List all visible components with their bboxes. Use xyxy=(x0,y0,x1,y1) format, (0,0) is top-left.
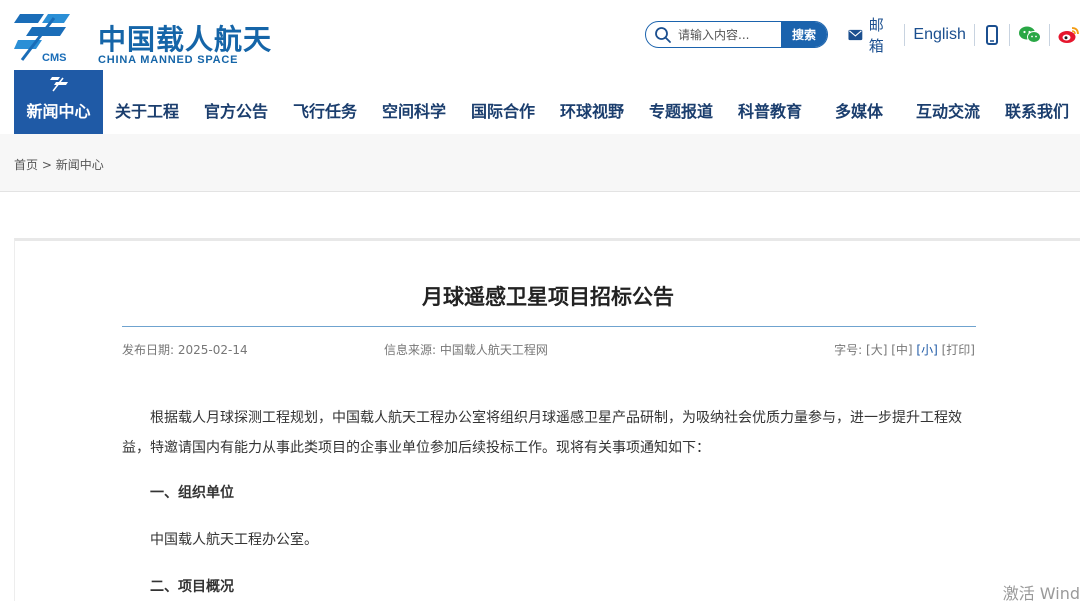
divider xyxy=(904,24,906,46)
section-heading: 二、项目概况 xyxy=(150,579,234,595)
nav-item-contact[interactable]: 联系我们 xyxy=(1005,98,1069,122)
nav-item-announcements[interactable]: 官方公告 xyxy=(204,98,268,122)
nav-item-special-reports[interactable]: 专题报道 xyxy=(649,98,713,122)
nav-item-space-science[interactable]: 空间科学 xyxy=(382,98,446,122)
cms-small-logo-icon xyxy=(50,77,68,92)
breadcrumb-band: 首页 > 新闻中心 xyxy=(0,134,1080,192)
search-bar: 搜索 xyxy=(645,21,828,48)
weibo-link[interactable] xyxy=(1058,23,1080,47)
nav-item-global-view[interactable]: 环球视野 xyxy=(560,98,624,122)
mail-label: 邮箱 xyxy=(868,16,884,55)
mobile-icon xyxy=(986,25,999,45)
site-logo[interactable]: CMS 中国载人航天 CHINA MANNED SPACE xyxy=(14,10,271,66)
site-header: CMS 中国载人航天 CHINA MANNED SPACE 搜索 邮箱 Engl… xyxy=(0,0,1080,70)
nav-item-science-education[interactable]: 科普教育 xyxy=(738,98,802,122)
section-heading: 一、组织单位 xyxy=(150,485,234,501)
nav-item-multimedia[interactable]: 多媒体 xyxy=(835,98,883,122)
activation-watermark: 激活 Wind xyxy=(1002,584,1080,601)
nav-item-news-center[interactable]: 新闻中心 xyxy=(14,70,103,134)
search-input[interactable] xyxy=(678,27,778,42)
logo-english-text: CHINA MANNED SPACE xyxy=(98,54,239,66)
weibo-icon xyxy=(1058,27,1079,43)
nav-item-interaction[interactable]: 互动交流 xyxy=(916,98,980,122)
wechat-icon xyxy=(1018,26,1041,43)
article-source: 信息来源: 中国载人航天工程网 xyxy=(384,343,548,357)
wechat-link[interactable] xyxy=(1018,23,1041,47)
article-title: 月球遥感卫星项目招标公告 xyxy=(422,285,674,309)
font-small-button[interactable]: [小] xyxy=(916,343,937,357)
mail-link[interactable]: 邮箱 xyxy=(848,14,896,56)
top-links: 邮箱 English xyxy=(848,16,1080,55)
breadcrumb-separator: > xyxy=(41,158,52,172)
breadcrumb-home[interactable]: 首页 xyxy=(14,158,38,172)
font-medium-button[interactable]: [中] xyxy=(891,343,912,357)
search-icon xyxy=(655,26,671,43)
publish-date: 发布日期: 2025-02-14 xyxy=(122,343,248,357)
font-size-label: 字号: xyxy=(834,343,863,357)
nav-item-about[interactable]: 关于工程 xyxy=(115,98,179,122)
font-size-controls: 字号: [大] [中] [小] [打印] xyxy=(834,341,975,358)
article-paragraph: 中国载人航天工程办公室。 xyxy=(150,532,318,548)
article-paragraph: 根据载人月球探测工程规划，中国载人航天工程办公室将组织月球遥感卫星产品研制，为吸… xyxy=(122,410,962,456)
main-nav: 新闻中心 关于工程 官方公告 飞行任务 空间科学 国际合作 环球视野 专题报道 … xyxy=(14,70,1080,134)
search-field-wrap xyxy=(646,22,781,47)
mobile-link[interactable] xyxy=(983,23,1002,47)
nav-active-label: 新闻中心 xyxy=(26,102,91,121)
mail-icon xyxy=(848,29,863,41)
article-card: 月球遥感卫星项目招标公告 发布日期: 2025-02-14 信息来源: 中国载人… xyxy=(14,238,1080,601)
search-button[interactable]: 搜索 xyxy=(781,22,827,47)
breadcrumb-current[interactable]: 新闻中心 xyxy=(56,158,104,172)
cms-logo-icon: CMS xyxy=(14,14,70,64)
logo-chinese-text: 中国载人航天 xyxy=(98,23,273,56)
divider xyxy=(1048,24,1050,46)
print-button[interactable]: [打印] xyxy=(942,343,975,357)
title-divider xyxy=(122,326,976,327)
divider xyxy=(1009,24,1011,46)
nav-item-missions[interactable]: 飞行任务 xyxy=(293,98,357,122)
svg-text:CMS: CMS xyxy=(42,52,66,64)
english-link[interactable]: English xyxy=(913,26,965,44)
divider xyxy=(973,24,975,46)
breadcrumb: 首页 > 新闻中心 xyxy=(14,156,104,173)
font-large-button[interactable]: [大] xyxy=(866,343,887,357)
nav-item-international[interactable]: 国际合作 xyxy=(471,98,535,122)
